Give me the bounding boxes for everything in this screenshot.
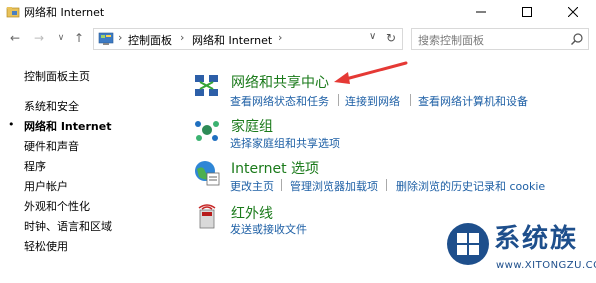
maximize-icon	[522, 7, 532, 17]
breadcrumb-separator: ›	[180, 31, 185, 44]
network-folder-icon	[6, 7, 20, 18]
sidebar-item-programs[interactable]: 程序	[24, 158, 46, 174]
link-divider	[281, 179, 282, 191]
control-panel-icon	[98, 32, 114, 45]
navigation-bar: ← → ∨ ↑ › 控制面板 › 网络和 Internet › ∨ ↻ 搜索控制…	[0, 26, 596, 52]
link-divider	[386, 179, 387, 191]
infrared-icon	[198, 204, 216, 229]
close-icon	[568, 7, 578, 17]
internet-options-icon	[195, 161, 220, 186]
back-button[interactable]: ←	[6, 29, 24, 47]
link-manage-addons[interactable]: 管理浏览器加载项	[290, 178, 378, 194]
link-view-network-status[interactable]: 查看网络状态和任务	[230, 93, 329, 109]
category-title-infrared[interactable]: 红外线	[231, 203, 273, 223]
link-connect-network[interactable]: 连接到网络	[345, 93, 400, 109]
breadcrumb-separator: ›	[278, 31, 283, 44]
sidebar-item-system-security[interactable]: 系统和安全	[24, 98, 79, 114]
forward-button[interactable]: →	[30, 29, 48, 47]
up-button[interactable]: ↑	[70, 29, 88, 47]
maximize-button[interactable]	[504, 0, 550, 24]
title-bar: 网络和 Internet	[0, 0, 596, 24]
sidebar-item-clock-region[interactable]: 时钟、语言和区域	[24, 218, 112, 234]
link-change-homepage[interactable]: 更改主页	[230, 178, 274, 194]
link-delete-history[interactable]: 删除浏览的历史记录和 cookie	[396, 178, 545, 194]
search-icon	[571, 33, 583, 45]
sidebar-item-appearance[interactable]: 外观和个性化	[24, 198, 90, 214]
watermark: 系统族 www.XITONGZU.COM	[440, 210, 596, 283]
search-box[interactable]: 搜索控制面板	[411, 28, 589, 50]
category-title-internet-options[interactable]: Internet 选项	[231, 158, 319, 178]
recent-locations-button[interactable]: ∨	[52, 29, 70, 47]
link-divider	[338, 94, 339, 106]
windows-logo-icon	[447, 223, 489, 265]
minimize-icon	[476, 11, 486, 13]
sidebar-item-hardware-sound[interactable]: 硬件和声音	[24, 138, 79, 154]
sidebar-item-user-accounts[interactable]: 用户帐户	[24, 178, 68, 194]
category-title-network-sharing[interactable]: 网络和共享中心	[231, 72, 329, 92]
link-divider	[410, 94, 411, 106]
address-bar[interactable]: › 控制面板 › 网络和 Internet › ∨ ↻	[93, 28, 403, 50]
sidebar-item-home[interactable]: 控制面板主页	[24, 68, 90, 84]
active-indicator-icon: •	[8, 118, 15, 131]
sidebar-item-network-internet[interactable]: 网络和 Internet	[24, 118, 111, 134]
breadcrumb-network-internet[interactable]: 网络和 Internet	[192, 32, 272, 48]
link-view-network-computers[interactable]: 查看网络计算机和设备	[418, 93, 528, 109]
homegroup-icon	[195, 121, 219, 141]
network-sharing-icon	[195, 75, 218, 96]
search-input[interactable]: 搜索控制面板	[418, 32, 484, 48]
refresh-button[interactable]: ↻	[386, 31, 396, 45]
sidebar-item-ease-of-access[interactable]: 轻松使用	[24, 238, 68, 254]
watermark-title: 系统族	[494, 224, 579, 254]
window-title: 网络和 Internet	[24, 6, 105, 19]
link-homegroup-sharing[interactable]: 选择家庭组和共享选项	[230, 135, 340, 151]
link-send-receive-files[interactable]: 发送或接收文件	[230, 221, 307, 237]
watermark-url: www.XITONGZU.COM	[496, 260, 596, 271]
breadcrumb-separator: ›	[118, 31, 123, 44]
annotation-arrow-icon	[334, 61, 408, 84]
minimize-button[interactable]	[458, 0, 504, 24]
category-title-homegroup[interactable]: 家庭组	[231, 116, 273, 136]
address-dropdown-button[interactable]: ∨	[369, 31, 376, 42]
close-button[interactable]	[550, 0, 596, 24]
breadcrumb-control-panel[interactable]: 控制面板	[128, 32, 172, 48]
